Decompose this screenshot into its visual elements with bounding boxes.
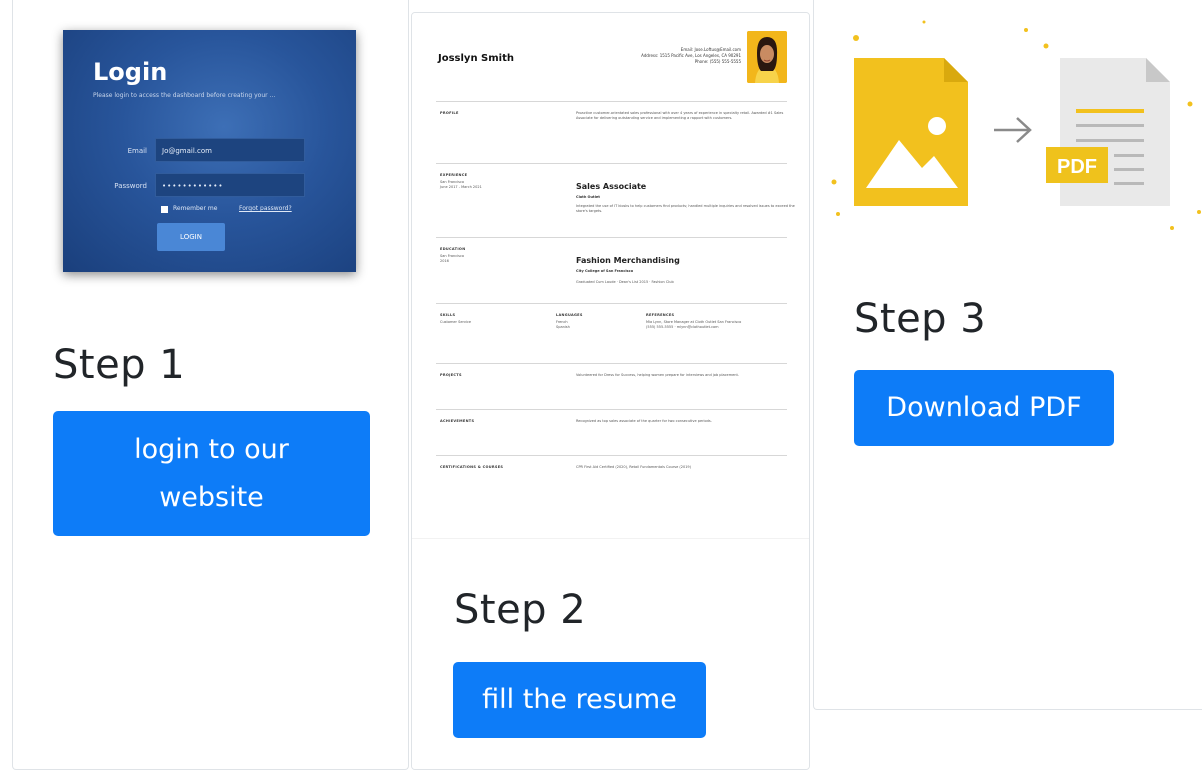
resume-heading-achievements: ACHIEVEMENTS	[440, 419, 475, 423]
pdf-document-icon: PDF	[1046, 58, 1170, 206]
resume-heading-experience: EXPERIENCE	[440, 173, 468, 177]
resume-name: Josslyn Smith	[438, 53, 514, 64]
step-2-card-body: Step 2 fill the resume	[412, 538, 809, 769]
login-button[interactable]: login to our website	[53, 411, 370, 536]
resume-heading-references: REFERENCES	[646, 313, 675, 317]
resume-preview-thumbnail: Josslyn Smith Email: Jose.Loftus@Email.c…	[412, 13, 809, 538]
step-3-card: PDF Step 3 Download PDF	[813, 0, 1202, 710]
resume-experience-dates: San Francisco June 2017 - March 2021	[440, 180, 482, 189]
resume-photo	[747, 31, 787, 83]
step-2-card: Josslyn Smith Email: Jose.Loftus@Email.c…	[411, 12, 810, 770]
resume-contact-phone: Phone: (555) 555-5555	[694, 59, 741, 64]
thumbnail-login-title: Login	[93, 58, 168, 86]
image-file-icon	[854, 58, 968, 206]
thumbnail-remember-checkbox	[161, 206, 168, 213]
download-pdf-button[interactable]: Download PDF	[854, 370, 1114, 446]
resume-heading-skills: SKILLS	[440, 313, 456, 317]
resume-skills-text: Customer Service	[440, 320, 472, 324]
resume-education-title: Fashion Merchandising	[576, 256, 680, 265]
resume-section-achievements: ACHIEVEMENTS Recognized as top sales ass…	[436, 409, 787, 455]
resume-heading-certifications: CERTIFICATIONS & COURSES	[440, 465, 504, 469]
resume-projects-text: Volunteered for Dress for Success, helpi…	[576, 373, 739, 377]
resume-section-skills: SKILLS Customer Service LANGUAGES French…	[436, 303, 787, 363]
step-1-title: Step 1	[53, 342, 186, 388]
thumbnail-password-label: Password	[114, 182, 147, 190]
resume-experience-title: Sales Associate	[576, 182, 647, 191]
resume-contact: Email: Jose.Loftus@Email.com Address: 15…	[571, 47, 741, 65]
step-1-card: Login Please login to access the dashboa…	[12, 0, 409, 770]
step-3-title: Step 3	[854, 296, 987, 342]
resume-experience-company: Cloth Outlet	[576, 195, 600, 199]
profile-photo-icon	[747, 31, 787, 83]
resume-heading-education: EDUCATION	[440, 247, 466, 251]
resume-profile-text: Proactive customer-orientated sales prof…	[576, 111, 784, 120]
step-2-title: Step 2	[454, 587, 587, 633]
resume-education-dates: San Francisco 2016	[440, 254, 465, 263]
resume-heading-profile: PROFILE	[440, 111, 459, 115]
resume-certifications-text: CPR First Aid Certified (2020), Retail F…	[576, 465, 692, 469]
thumbnail-email-label: Email	[127, 147, 147, 155]
thumbnail-remember-label: Remember me	[173, 205, 218, 212]
resume-section-projects: PROJECTS Volunteered for Dress for Succe…	[436, 363, 787, 409]
resume-section-education: EDUCATION San Francisco 2016 Fashion Mer…	[436, 237, 787, 303]
resume-education-text: Graduated Cum Laude · Dean's List 2015 ·…	[576, 280, 674, 284]
image-to-pdf-illustration: PDF	[831, 20, 1201, 230]
resume-section-profile: PROFILE Proactive customer-orientated sa…	[436, 101, 787, 163]
thumbnail-password-field: ••••••••••••	[155, 173, 305, 197]
resume-languages-text: French Spanish	[556, 320, 570, 329]
fill-resume-button[interactable]: fill the resume	[453, 662, 706, 738]
thumbnail-email-field: Jo@gmail.com	[155, 138, 305, 162]
resume-experience-text: Integrated the use of IT kiosks to help …	[576, 204, 795, 213]
arrow-right-icon	[994, 117, 1032, 143]
resume-heading-projects: PROJECTS	[440, 373, 462, 377]
resume-achievements-text: Recognized as top sales associate of the…	[576, 419, 712, 423]
thumbnail-login-subtitle: Please login to access the dashboard bef…	[93, 92, 276, 99]
resume-section-certifications: CERTIFICATIONS & COURSES CPR First Aid C…	[436, 455, 787, 495]
resume-education-school: City College of San Francisco	[576, 269, 634, 273]
pdf-badge-label: PDF	[1057, 156, 1097, 178]
resume-section-experience: EXPERIENCE San Francisco June 2017 - Mar…	[436, 163, 795, 237]
thumbnail-forgot-link: Forgot password?	[239, 205, 292, 212]
resume-heading-languages: LANGUAGES	[556, 313, 583, 317]
thumbnail-login-button: LOGIN	[157, 223, 225, 251]
login-screenshot-thumbnail: Login Please login to access the dashboa…	[63, 30, 356, 272]
resume-references-text: Mia Lynn, Store Manager at Cloth Outlet …	[646, 320, 742, 329]
